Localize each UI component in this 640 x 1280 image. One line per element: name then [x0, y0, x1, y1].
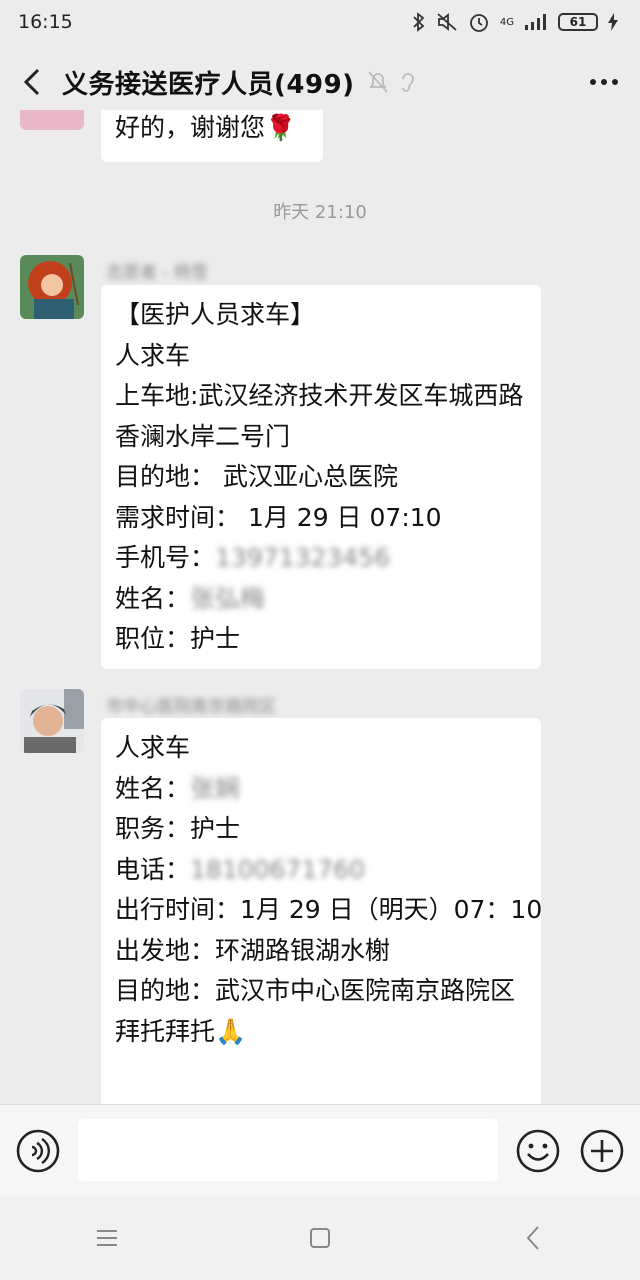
home-icon[interactable]: [290, 1213, 350, 1263]
message-bubble[interactable]: 【医护人员求车】 人求车 上车地:武汉经济技术开发区车城西路 香澜水岸二号门 目…: [101, 285, 541, 669]
message-line: 需求时间： 1月 29 日 07:10: [115, 502, 442, 532]
message-line: 出行时间：1月 29 日（明天）07：10: [115, 895, 543, 924]
name-value: 张娴: [190, 773, 241, 803]
status-time: 16:15: [18, 11, 73, 33]
sender-name: 市中心医院南京路院区: [106, 697, 276, 717]
signal-icon: [525, 14, 546, 30]
emoji-icon[interactable]: [514, 1127, 562, 1175]
charging-icon: [608, 13, 618, 31]
network-type: 4G: [499, 16, 514, 28]
closing-text: 拜托拜托: [115, 1016, 216, 1046]
phone-value: 13971323456: [215, 543, 390, 572]
message-line: 人求车: [115, 340, 191, 370]
message-line: 姓名：张弘梅: [115, 579, 527, 620]
alarm-icon: [469, 14, 488, 32]
message-line: 拜托拜托🙏: [115, 1012, 527, 1053]
message-line: 电话：18100671760: [115, 850, 527, 891]
battery-icon: 61: [558, 13, 598, 31]
message-bubble[interactable]: 好的，谢谢您🌹: [101, 110, 323, 162]
chat-area[interactable]: 好的，谢谢您🌹 昨天 21:10 志愿者 - 杨雪 【医护人员求车】 人求车 上…: [0, 110, 640, 1104]
message-line: 职位：护士: [115, 624, 241, 653]
praying-hands-emoji: 🙏: [215, 1016, 247, 1046]
ear-icon: [401, 73, 414, 92]
muted-bell-icon: [367, 71, 388, 93]
timestamp: 昨天 21:10: [273, 202, 367, 223]
message-line: 【医护人员求车】: [115, 300, 316, 329]
back-arrow-icon[interactable]: [14, 62, 50, 102]
status-bar: 16:15 4G 61: [0, 0, 640, 44]
avatar[interactable]: [20, 110, 84, 130]
bluetooth-icon: [413, 12, 425, 32]
message-line: 出发地：环湖路银湖水榭: [115, 935, 391, 965]
menu-icon[interactable]: [77, 1213, 137, 1263]
input-bar: [0, 1104, 640, 1196]
chat-header: 义务接送医疗人员(499): [0, 44, 640, 120]
status-icons: 4G 61: [412, 11, 618, 33]
mute-icon: [437, 13, 457, 31]
message-line: 目的地： 武汉亚心总医院: [115, 462, 398, 491]
add-icon[interactable]: [578, 1127, 626, 1175]
message-line: 姓名：张娴: [115, 769, 527, 810]
name-value: 张弘梅: [190, 583, 266, 613]
avatar[interactable]: [20, 255, 84, 319]
name-label: 姓名：: [115, 773, 191, 803]
name-label: 姓名：: [115, 583, 191, 613]
sender-name: 志愿者 - 杨雪: [106, 263, 208, 283]
voice-icon[interactable]: [14, 1127, 62, 1175]
back-icon[interactable]: [503, 1213, 563, 1263]
more-icon[interactable]: [582, 62, 626, 102]
chat-title[interactable]: 义务接送医疗人员(499): [62, 64, 355, 101]
message-line: 手机号：13971323456: [115, 538, 527, 579]
phone-label: 手机号：: [115, 543, 216, 572]
message-line: 上车地:武汉经济技术开发区车城西路 香澜水岸二号门: [115, 381, 524, 451]
message-bubble[interactable]: 人求车 姓名：张娴 职务：护士 电话：18100671760 出行时间：1月 2…: [101, 718, 543, 1104]
message-line: 目的地：武汉市中心医院南京路院区: [115, 976, 516, 1005]
message-line: 职务：护士: [115, 814, 241, 843]
battery-level: 61: [569, 15, 587, 29]
avatar[interactable]: [20, 689, 84, 753]
phone-value: 18100671760: [190, 854, 365, 884]
rose-emoji: 🌹: [265, 113, 297, 142]
message-text: 好的，谢谢您: [115, 113, 266, 142]
phone-label: 电话：: [115, 854, 191, 884]
message-line: 人求车: [115, 733, 191, 762]
message-input[interactable]: [78, 1119, 498, 1181]
system-nav-bar: [0, 1196, 640, 1280]
